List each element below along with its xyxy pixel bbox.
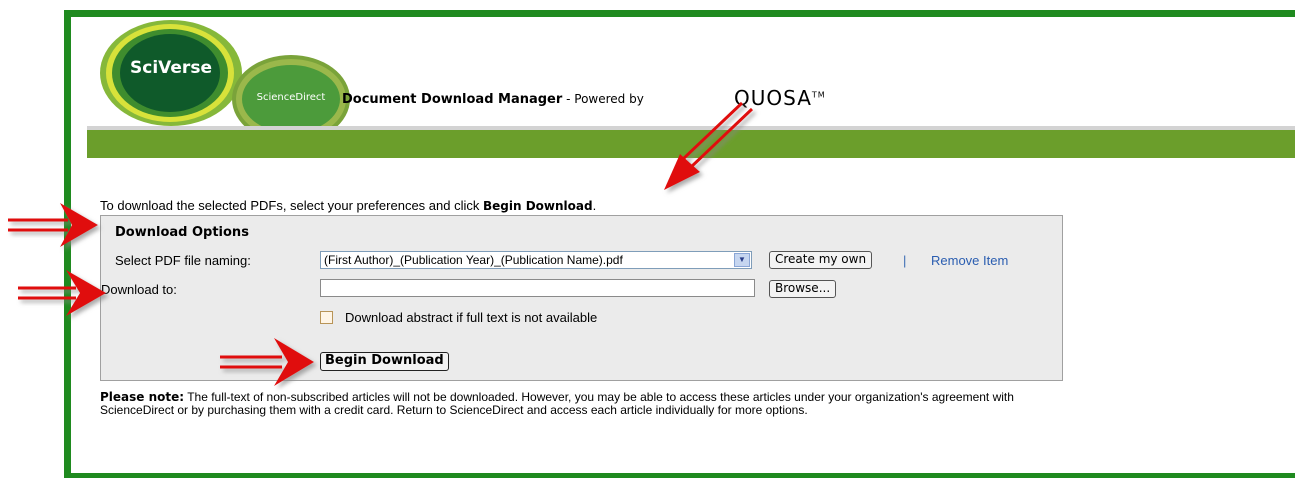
annotation-arrows (8, 101, 754, 386)
arrow-to-download-options (8, 203, 98, 247)
arrow-to-begin-download-text (664, 101, 754, 190)
arrow-to-download-to (18, 270, 106, 316)
arrow-to-begin-download-button (220, 338, 314, 386)
